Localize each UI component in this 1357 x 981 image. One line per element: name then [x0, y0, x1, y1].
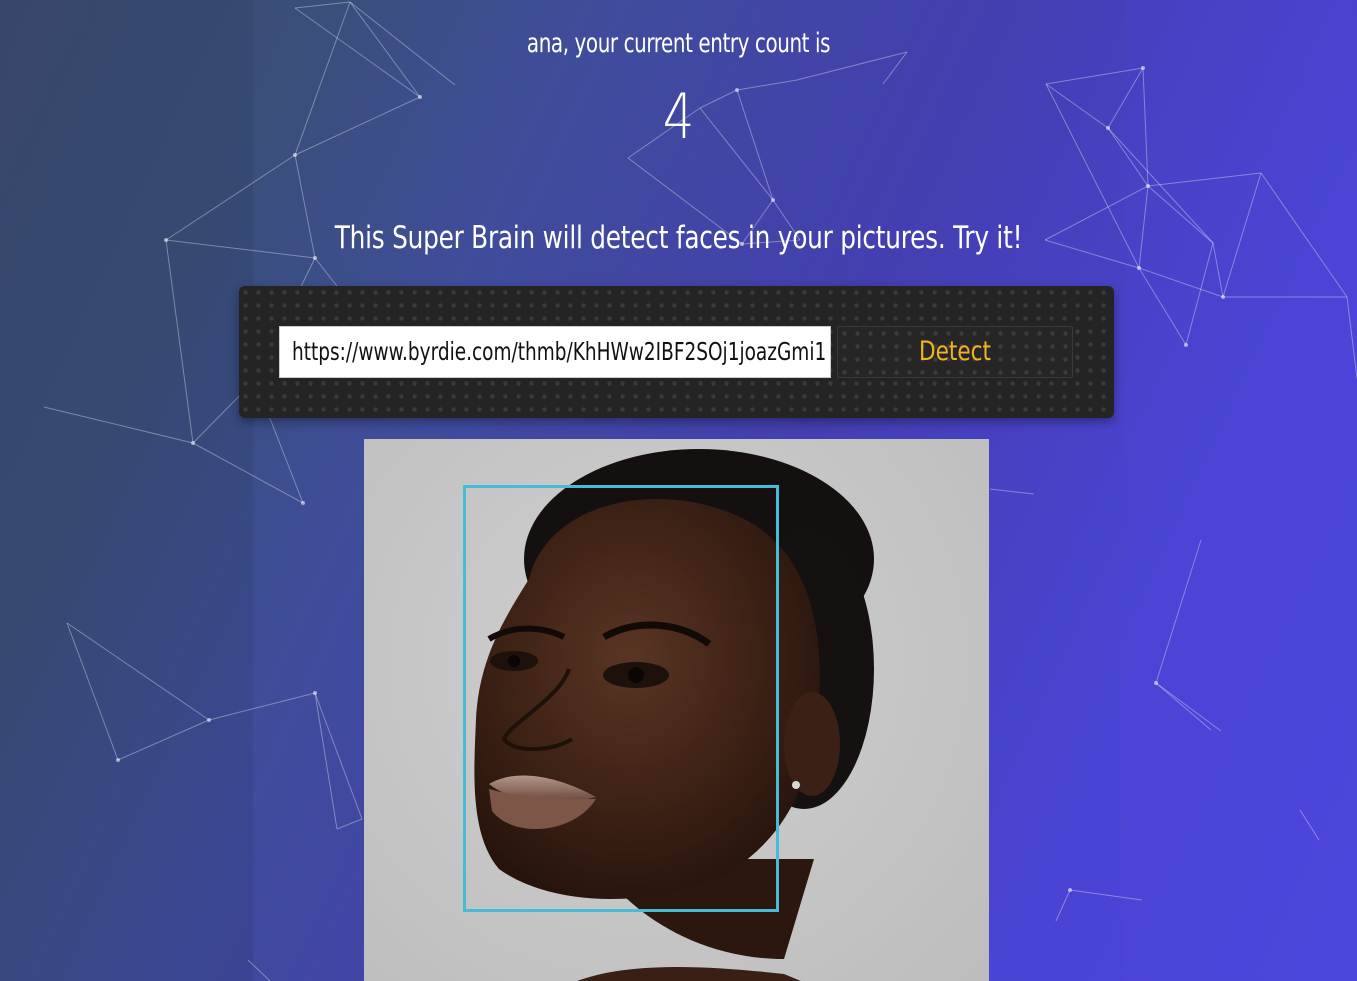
entry-count-value: 4	[662, 80, 695, 153]
entry-count-greeting: ana, your current entry count is	[526, 28, 831, 59]
app-tagline: This Super Brain will detect faces in yo…	[334, 220, 1023, 256]
detect-button-label: Detect	[918, 336, 992, 367]
face-bounding-box	[463, 485, 779, 912]
image-link-form: https://www.byrdie.com/thmb/KhHWw2IBF2SO…	[239, 286, 1114, 418]
image-url-value: https://www.byrdie.com/thmb/KhHWw2IBF2SO…	[292, 337, 827, 366]
image-url-input[interactable]: https://www.byrdie.com/thmb/KhHWw2IBF2SO…	[279, 326, 831, 378]
detect-button[interactable]: Detect	[837, 326, 1073, 378]
